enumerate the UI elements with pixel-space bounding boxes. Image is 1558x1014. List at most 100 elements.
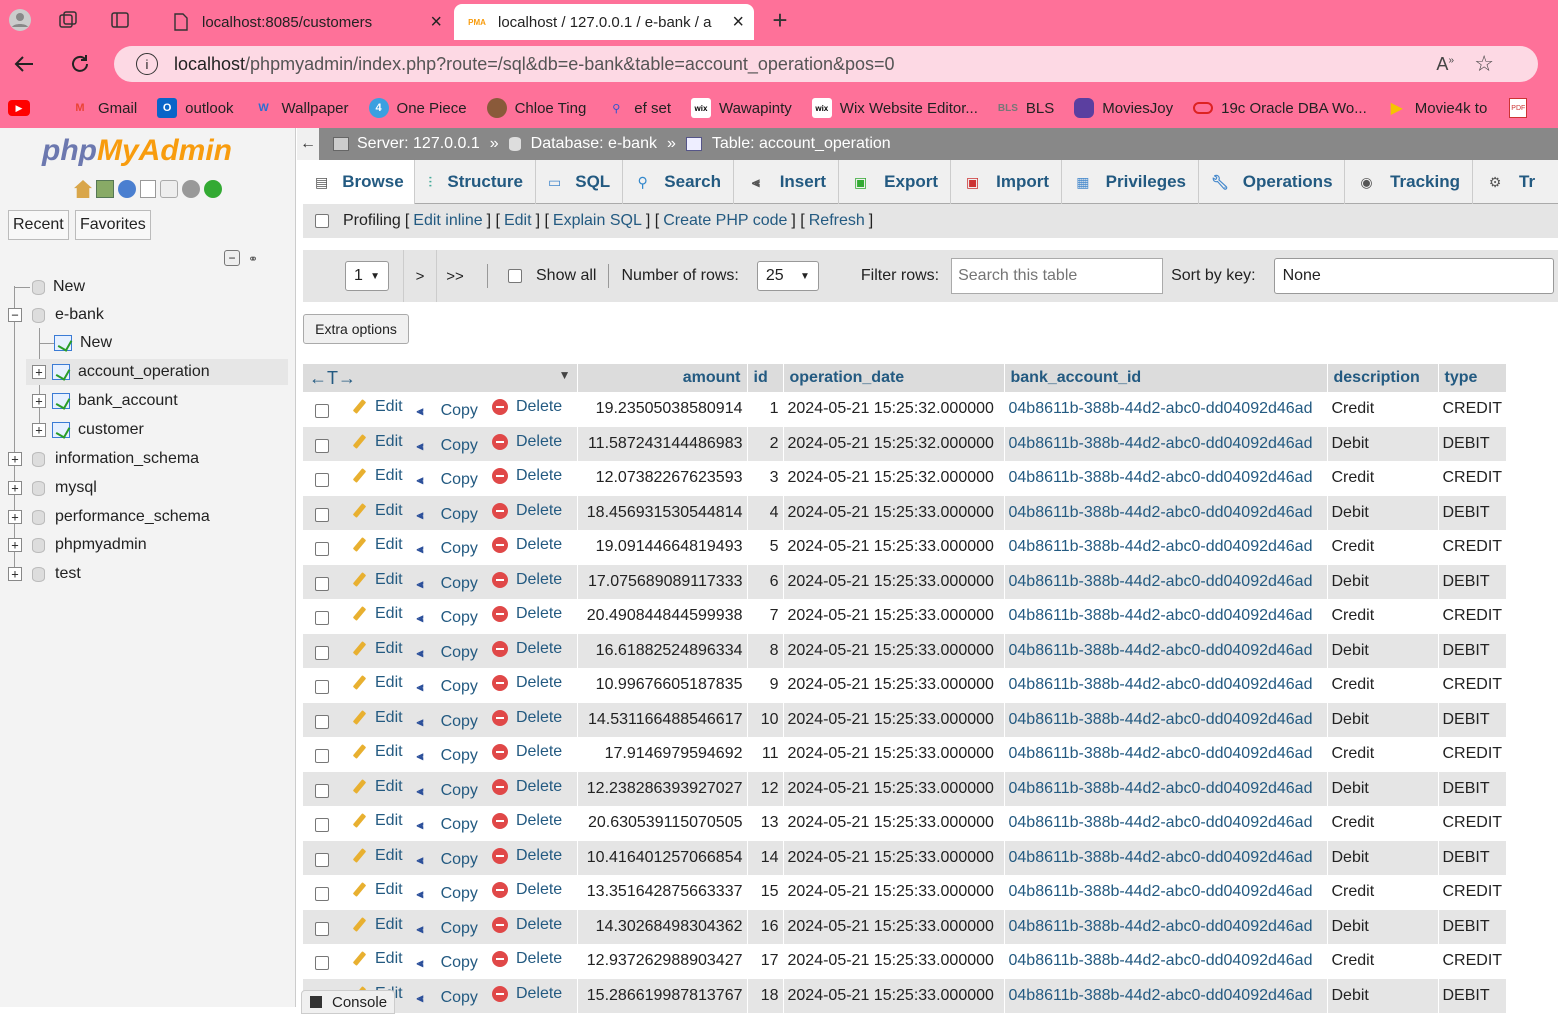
delete-row-button[interactable]: Delete	[491, 743, 562, 761]
expand-icon[interactable]: +	[8, 538, 22, 552]
expand-icon[interactable]: +	[8, 567, 22, 581]
pdf-icon[interactable]: PDF	[1509, 98, 1528, 118]
cell-id[interactable]: 8	[747, 633, 784, 668]
expand-icon[interactable]: +	[8, 452, 22, 466]
delete-row-button[interactable]: Delete	[491, 640, 562, 658]
tree-db-e-bank[interactable]: − e-bank	[8, 302, 104, 328]
tab-phpmyadmin[interactable]: PMA localhost / 127.0.0.1 / e-bank / a ×	[454, 4, 754, 40]
cell-amount[interactable]: 12.07382267623593	[577, 461, 748, 496]
cell-type[interactable]: DEBIT	[1438, 426, 1508, 461]
row-checkbox[interactable]	[315, 576, 329, 591]
cell-type[interactable]: CREDIT	[1438, 392, 1508, 427]
cell-amount[interactable]: 19.23505038580914	[577, 392, 748, 427]
cell-id[interactable]: 12	[747, 771, 784, 806]
delete-row-button[interactable]: Delete	[491, 709, 562, 727]
delete-row-button[interactable]: Delete	[491, 398, 562, 416]
tab-export[interactable]: ▣ Export	[839, 160, 951, 204]
cell-description[interactable]: Credit	[1327, 944, 1439, 979]
cell-id[interactable]: 17	[747, 944, 784, 979]
edit-row-button[interactable]: Edit	[351, 847, 403, 865]
refresh-icon[interactable]	[66, 50, 94, 78]
copy-row-button[interactable]: ⫷ Copy	[417, 920, 478, 938]
col-amount[interactable]: amount	[577, 364, 748, 392]
edit-row-button[interactable]: Edit	[351, 433, 403, 451]
cell-operation-date[interactable]: 2024-05-21 15:25:33.000000	[783, 771, 1005, 806]
edit-inline-link[interactable]: Edit inline	[413, 212, 482, 230]
cell-id[interactable]: 2	[747, 426, 784, 461]
sort-select[interactable]: None	[1273, 258, 1554, 294]
tree-db-phpmyadmin[interactable]: + phpmyadmin	[8, 532, 147, 558]
row-checkbox[interactable]	[315, 542, 329, 557]
cell-amount[interactable]: 17.075689089117333	[577, 564, 748, 599]
cell-description[interactable]: Debit	[1327, 633, 1439, 668]
cell-amount[interactable]: 17.9146979594692	[577, 737, 748, 772]
row-checkbox[interactable]	[315, 818, 329, 833]
copy-row-button[interactable]: ⫷ Copy	[417, 885, 478, 903]
tree-new-database[interactable]: New	[14, 274, 85, 300]
cell-description[interactable]: Credit	[1327, 461, 1439, 496]
copy-row-button[interactable]: ⫷ Copy	[417, 713, 478, 731]
tree-new-table[interactable]: New	[40, 330, 112, 356]
cell-bank-account-id[interactable]: 04b8611b-388b-44d2-abc0-dd04092d46ad	[1004, 599, 1328, 634]
col-id[interactable]: id	[747, 364, 784, 392]
bookmark-wallpaper[interactable]: W Wallpaper	[254, 98, 348, 118]
bookmark-bls[interactable]: BLS BLS	[998, 98, 1054, 118]
row-checkbox[interactable]	[315, 783, 329, 798]
cell-operation-date[interactable]: 2024-05-21 15:25:33.000000	[783, 806, 1005, 841]
expand-icon[interactable]: +	[32, 423, 46, 437]
delete-row-button[interactable]: Delete	[491, 847, 562, 865]
bookmark-gmail[interactable]: M Gmail	[70, 98, 137, 118]
edit-row-button[interactable]: Edit	[351, 916, 403, 934]
delete-row-button[interactable]: Delete	[491, 571, 562, 589]
url-field[interactable]: i localhost/phpmyadmin/index.php?route=/…	[114, 46, 1538, 82]
cell-operation-date[interactable]: 2024-05-21 15:25:33.000000	[783, 564, 1005, 599]
tab-customers[interactable]: localhost:8085/customers ×	[158, 4, 452, 40]
cell-amount[interactable]: 20.490844844599938	[577, 599, 748, 634]
delete-row-button[interactable]: Delete	[491, 433, 562, 451]
cell-bank-account-id[interactable]: 04b8611b-388b-44d2-abc0-dd04092d46ad	[1004, 875, 1328, 910]
delete-row-button[interactable]: Delete	[491, 881, 562, 899]
cell-type[interactable]: DEBIT	[1438, 840, 1508, 875]
delete-row-button[interactable]: Delete	[491, 812, 562, 830]
cell-type[interactable]: DEBIT	[1438, 909, 1508, 944]
tab-privileges[interactable]: ▦ Privileges	[1062, 160, 1199, 204]
cell-amount[interactable]: 20.630539115070505	[577, 806, 748, 841]
breadcrumb-server[interactable]: Server: 127.0.0.1	[357, 135, 480, 153]
tab-browse[interactable]: ▤ Browse	[303, 160, 415, 204]
column-arrows-icon[interactable]: ←T→	[309, 368, 356, 388]
create-php-code-link[interactable]: Create PHP code	[663, 212, 787, 230]
cell-type[interactable]: CREDIT	[1438, 668, 1508, 703]
row-checkbox[interactable]	[315, 852, 329, 867]
close-tab-icon[interactable]: ×	[732, 11, 744, 34]
copy-row-button[interactable]: ⫷ Copy	[417, 609, 478, 627]
col-description[interactable]: description	[1327, 364, 1439, 392]
tab-operations[interactable]: 🔧︎ Operations	[1199, 160, 1345, 204]
cell-operation-date[interactable]: 2024-05-21 15:25:33.000000	[783, 530, 1005, 565]
cell-type[interactable]: DEBIT	[1438, 978, 1508, 1013]
cell-bank-account-id[interactable]: 04b8611b-388b-44d2-abc0-dd04092d46ad	[1004, 426, 1328, 461]
profiling-checkbox[interactable]	[315, 214, 329, 228]
youtube-icon[interactable]: ▶	[8, 100, 30, 116]
settings-gear-icon[interactable]	[182, 180, 200, 198]
delete-row-button[interactable]: Delete	[491, 536, 562, 554]
row-checkbox[interactable]	[315, 404, 329, 419]
cell-bank-account-id[interactable]: 04b8611b-388b-44d2-abc0-dd04092d46ad	[1004, 633, 1328, 668]
recent-button[interactable]: Recent	[8, 210, 69, 240]
edit-row-button[interactable]: Edit	[351, 778, 403, 796]
edit-row-button[interactable]: Edit	[351, 709, 403, 727]
cell-type[interactable]: CREDIT	[1438, 806, 1508, 841]
cell-bank-account-id[interactable]: 04b8611b-388b-44d2-abc0-dd04092d46ad	[1004, 668, 1328, 703]
cell-bank-account-id[interactable]: 04b8611b-388b-44d2-abc0-dd04092d46ad	[1004, 737, 1328, 772]
breadcrumb-table[interactable]: Table: account_operation	[712, 135, 891, 153]
cell-operation-date[interactable]: 2024-05-21 15:25:32.000000	[783, 392, 1005, 427]
copy-row-button[interactable]: ⫷ Copy	[417, 437, 478, 455]
back-icon[interactable]	[10, 50, 38, 78]
row-checkbox[interactable]	[315, 887, 329, 902]
tree-db-mysql[interactable]: + mysql	[8, 475, 97, 501]
cell-description[interactable]: Credit	[1327, 737, 1439, 772]
copy-row-button[interactable]: ⫷ Copy	[417, 747, 478, 765]
row-checkbox[interactable]	[315, 956, 329, 971]
edit-row-button[interactable]: Edit	[351, 605, 403, 623]
refresh-link[interactable]: Refresh	[809, 212, 865, 230]
cell-id[interactable]: 9	[747, 668, 784, 703]
